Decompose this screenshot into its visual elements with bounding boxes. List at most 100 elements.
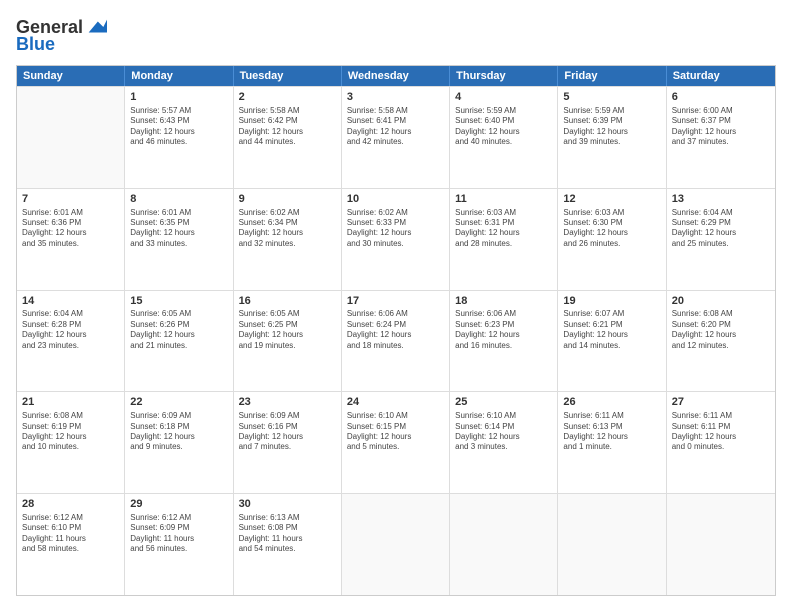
day-cell-23: 23Sunrise: 6:09 AM Sunset: 6:16 PM Dayli… [234, 392, 342, 493]
day-number: 30 [239, 497, 336, 512]
day-number: 16 [239, 294, 336, 309]
day-details: Sunrise: 6:06 AM Sunset: 6:23 PM Dayligh… [455, 309, 552, 351]
day-number: 18 [455, 294, 552, 309]
day-details: Sunrise: 6:12 AM Sunset: 6:09 PM Dayligh… [130, 513, 227, 555]
day-details: Sunrise: 6:13 AM Sunset: 6:08 PM Dayligh… [239, 513, 336, 555]
page-header: General Blue [16, 16, 776, 55]
day-details: Sunrise: 5:59 AM Sunset: 6:40 PM Dayligh… [455, 106, 552, 148]
weekday-header-monday: Monday [125, 66, 233, 86]
day-details: Sunrise: 5:58 AM Sunset: 6:41 PM Dayligh… [347, 106, 444, 148]
day-cell-28: 28Sunrise: 6:12 AM Sunset: 6:10 PM Dayli… [17, 494, 125, 595]
day-details: Sunrise: 6:11 AM Sunset: 6:13 PM Dayligh… [563, 411, 660, 453]
day-cell-1: 1Sunrise: 5:57 AM Sunset: 6:43 PM Daylig… [125, 87, 233, 188]
weekday-header-sunday: Sunday [17, 66, 125, 86]
day-number: 25 [455, 395, 552, 410]
calendar-row-3: 14Sunrise: 6:04 AM Sunset: 6:28 PM Dayli… [17, 290, 775, 392]
day-details: Sunrise: 6:04 AM Sunset: 6:28 PM Dayligh… [22, 309, 119, 351]
day-cell-15: 15Sunrise: 6:05 AM Sunset: 6:26 PM Dayli… [125, 291, 233, 392]
day-details: Sunrise: 6:09 AM Sunset: 6:16 PM Dayligh… [239, 411, 336, 453]
day-cell-16: 16Sunrise: 6:05 AM Sunset: 6:25 PM Dayli… [234, 291, 342, 392]
day-cell-2: 2Sunrise: 5:58 AM Sunset: 6:42 PM Daylig… [234, 87, 342, 188]
day-cell-13: 13Sunrise: 6:04 AM Sunset: 6:29 PM Dayli… [667, 189, 775, 290]
day-details: Sunrise: 6:02 AM Sunset: 6:34 PM Dayligh… [239, 208, 336, 250]
day-number: 24 [347, 395, 444, 410]
calendar: SundayMondayTuesdayWednesdayThursdayFrid… [16, 65, 776, 596]
empty-cell [342, 494, 450, 595]
weekday-header-wednesday: Wednesday [342, 66, 450, 86]
day-cell-4: 4Sunrise: 5:59 AM Sunset: 6:40 PM Daylig… [450, 87, 558, 188]
day-number: 20 [672, 294, 770, 309]
day-number: 15 [130, 294, 227, 309]
empty-cell [558, 494, 666, 595]
empty-cell [17, 87, 125, 188]
day-cell-30: 30Sunrise: 6:13 AM Sunset: 6:08 PM Dayli… [234, 494, 342, 595]
day-number: 11 [455, 192, 552, 207]
day-cell-10: 10Sunrise: 6:02 AM Sunset: 6:33 PM Dayli… [342, 189, 450, 290]
day-cell-25: 25Sunrise: 6:10 AM Sunset: 6:14 PM Dayli… [450, 392, 558, 493]
day-cell-26: 26Sunrise: 6:11 AM Sunset: 6:13 PM Dayli… [558, 392, 666, 493]
logo-icon [85, 16, 107, 38]
day-details: Sunrise: 6:10 AM Sunset: 6:14 PM Dayligh… [455, 411, 552, 453]
day-cell-19: 19Sunrise: 6:07 AM Sunset: 6:21 PM Dayli… [558, 291, 666, 392]
day-number: 2 [239, 90, 336, 105]
weekday-header-saturday: Saturday [667, 66, 775, 86]
day-details: Sunrise: 6:06 AM Sunset: 6:24 PM Dayligh… [347, 309, 444, 351]
day-cell-6: 6Sunrise: 6:00 AM Sunset: 6:37 PM Daylig… [667, 87, 775, 188]
day-details: Sunrise: 6:02 AM Sunset: 6:33 PM Dayligh… [347, 208, 444, 250]
day-details: Sunrise: 6:10 AM Sunset: 6:15 PM Dayligh… [347, 411, 444, 453]
day-number: 21 [22, 395, 119, 410]
day-number: 3 [347, 90, 444, 105]
day-cell-9: 9Sunrise: 6:02 AM Sunset: 6:34 PM Daylig… [234, 189, 342, 290]
day-number: 19 [563, 294, 660, 309]
day-number: 5 [563, 90, 660, 105]
day-number: 7 [22, 192, 119, 207]
day-cell-24: 24Sunrise: 6:10 AM Sunset: 6:15 PM Dayli… [342, 392, 450, 493]
day-details: Sunrise: 6:01 AM Sunset: 6:35 PM Dayligh… [130, 208, 227, 250]
day-details: Sunrise: 5:59 AM Sunset: 6:39 PM Dayligh… [563, 106, 660, 148]
day-cell-27: 27Sunrise: 6:11 AM Sunset: 6:11 PM Dayli… [667, 392, 775, 493]
day-number: 23 [239, 395, 336, 410]
day-cell-3: 3Sunrise: 5:58 AM Sunset: 6:41 PM Daylig… [342, 87, 450, 188]
empty-cell [667, 494, 775, 595]
day-number: 13 [672, 192, 770, 207]
day-details: Sunrise: 6:04 AM Sunset: 6:29 PM Dayligh… [672, 208, 770, 250]
day-details: Sunrise: 6:00 AM Sunset: 6:37 PM Dayligh… [672, 106, 770, 148]
weekday-header-friday: Friday [558, 66, 666, 86]
day-number: 29 [130, 497, 227, 512]
day-details: Sunrise: 6:11 AM Sunset: 6:11 PM Dayligh… [672, 411, 770, 453]
day-cell-22: 22Sunrise: 6:09 AM Sunset: 6:18 PM Dayli… [125, 392, 233, 493]
day-details: Sunrise: 6:05 AM Sunset: 6:25 PM Dayligh… [239, 309, 336, 351]
day-cell-7: 7Sunrise: 6:01 AM Sunset: 6:36 PM Daylig… [17, 189, 125, 290]
day-number: 9 [239, 192, 336, 207]
day-number: 22 [130, 395, 227, 410]
day-number: 6 [672, 90, 770, 105]
day-cell-18: 18Sunrise: 6:06 AM Sunset: 6:23 PM Dayli… [450, 291, 558, 392]
day-number: 28 [22, 497, 119, 512]
day-cell-21: 21Sunrise: 6:08 AM Sunset: 6:19 PM Dayli… [17, 392, 125, 493]
day-number: 14 [22, 294, 119, 309]
day-cell-8: 8Sunrise: 6:01 AM Sunset: 6:35 PM Daylig… [125, 189, 233, 290]
day-number: 1 [130, 90, 227, 105]
day-cell-17: 17Sunrise: 6:06 AM Sunset: 6:24 PM Dayli… [342, 291, 450, 392]
calendar-body: 1Sunrise: 5:57 AM Sunset: 6:43 PM Daylig… [17, 86, 775, 595]
calendar-row-4: 21Sunrise: 6:08 AM Sunset: 6:19 PM Dayli… [17, 391, 775, 493]
logo: General Blue [16, 16, 107, 55]
day-details: Sunrise: 6:05 AM Sunset: 6:26 PM Dayligh… [130, 309, 227, 351]
day-details: Sunrise: 6:08 AM Sunset: 6:20 PM Dayligh… [672, 309, 770, 351]
calendar-header: SundayMondayTuesdayWednesdayThursdayFrid… [17, 66, 775, 86]
day-number: 4 [455, 90, 552, 105]
calendar-row-2: 7Sunrise: 6:01 AM Sunset: 6:36 PM Daylig… [17, 188, 775, 290]
day-cell-14: 14Sunrise: 6:04 AM Sunset: 6:28 PM Dayli… [17, 291, 125, 392]
day-cell-11: 11Sunrise: 6:03 AM Sunset: 6:31 PM Dayli… [450, 189, 558, 290]
day-cell-5: 5Sunrise: 5:59 AM Sunset: 6:39 PM Daylig… [558, 87, 666, 188]
day-number: 26 [563, 395, 660, 410]
day-details: Sunrise: 6:03 AM Sunset: 6:30 PM Dayligh… [563, 208, 660, 250]
day-number: 8 [130, 192, 227, 207]
day-details: Sunrise: 6:07 AM Sunset: 6:21 PM Dayligh… [563, 309, 660, 351]
day-details: Sunrise: 5:57 AM Sunset: 6:43 PM Dayligh… [130, 106, 227, 148]
day-details: Sunrise: 6:03 AM Sunset: 6:31 PM Dayligh… [455, 208, 552, 250]
calendar-row-5: 28Sunrise: 6:12 AM Sunset: 6:10 PM Dayli… [17, 493, 775, 595]
day-number: 10 [347, 192, 444, 207]
day-cell-20: 20Sunrise: 6:08 AM Sunset: 6:20 PM Dayli… [667, 291, 775, 392]
day-cell-12: 12Sunrise: 6:03 AM Sunset: 6:30 PM Dayli… [558, 189, 666, 290]
